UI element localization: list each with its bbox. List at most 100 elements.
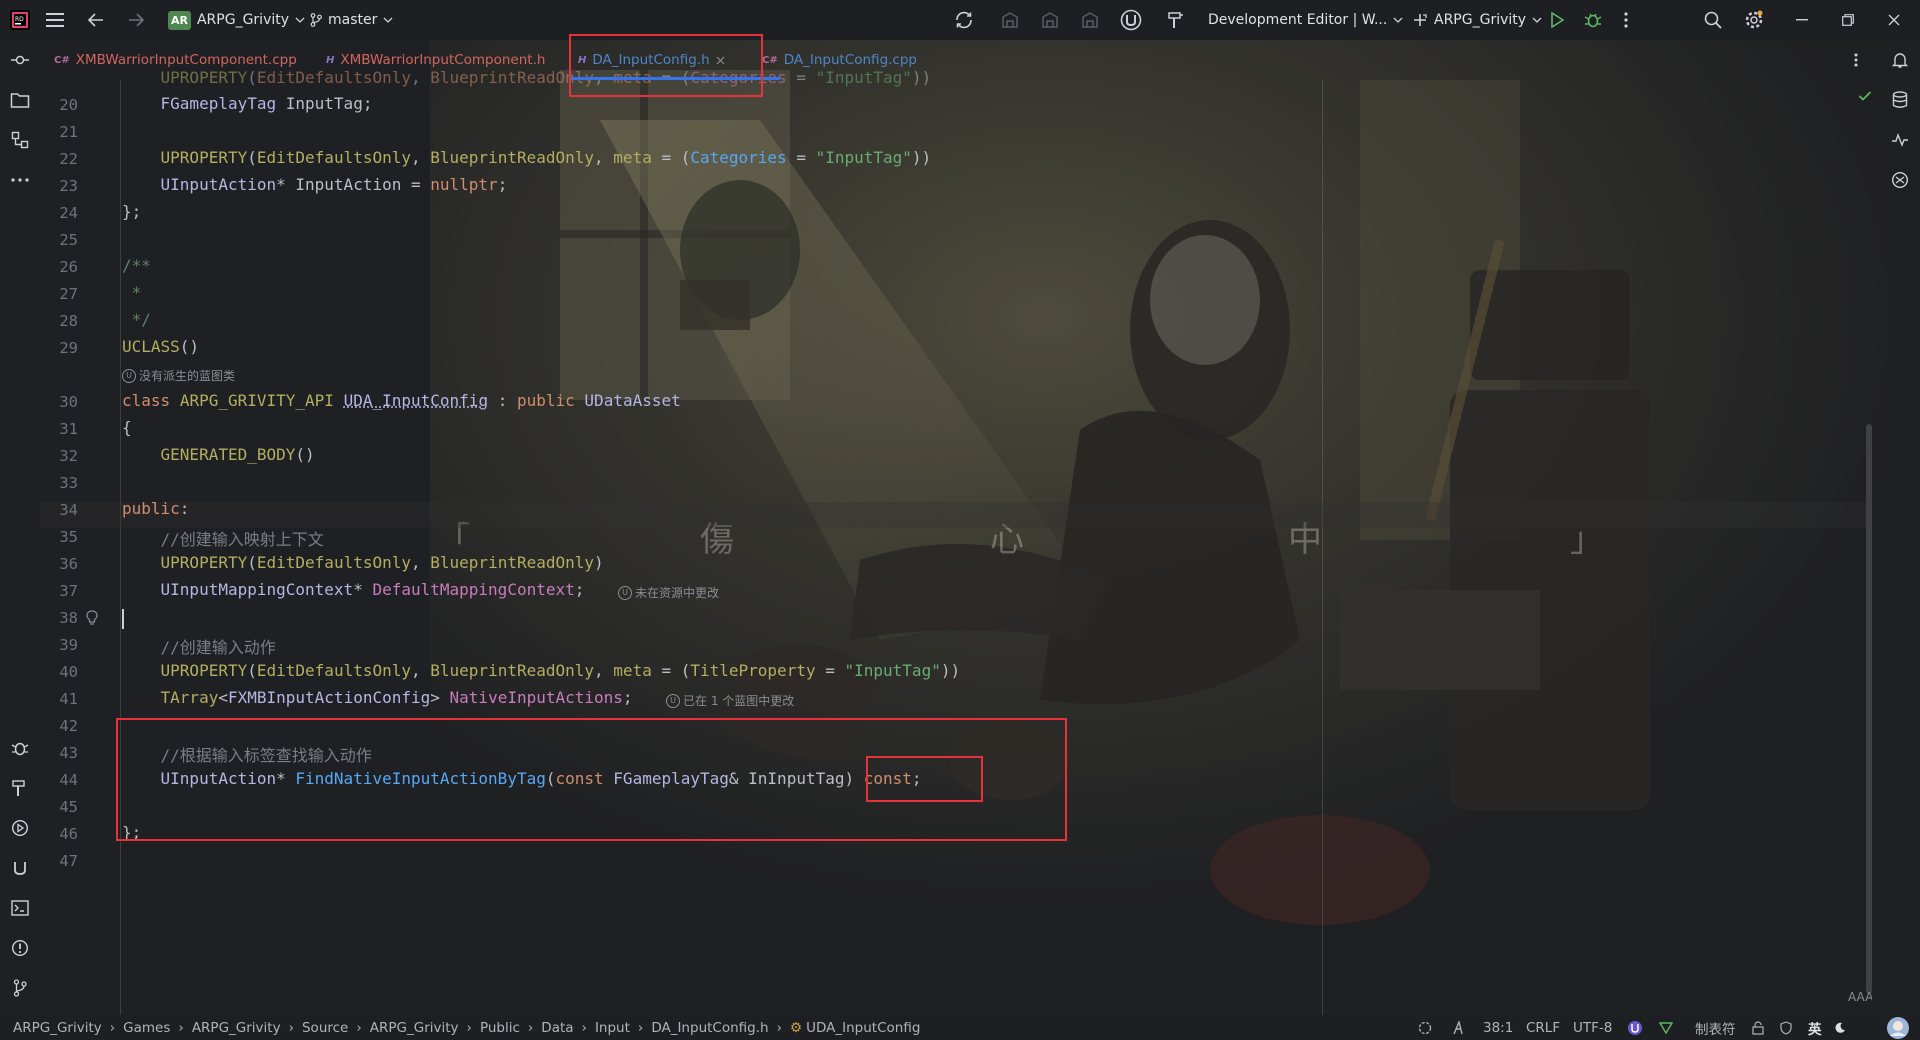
build-tool-icon[interactable] [8,776,32,800]
breadcrumb-item[interactable]: Source [302,1020,348,1036]
tab-xmbwarriorinputcomponent-h[interactable]: H XMBWarriorInputComponent.h [326,40,545,80]
caret-position[interactable]: 38:1 [1483,1015,1513,1040]
shield-icon[interactable] [1780,1015,1792,1040]
tab-da-inputconfig-h[interactable]: H DA_InputConfig.h [578,40,725,80]
code-line: //创建输入映射上下文 [122,530,324,549]
breadcrumb-item[interactable]: ARPG_Grivity [13,1020,102,1036]
project-switcher[interactable]: AR ARPG_Grivity [168,0,305,40]
code-line: { [122,418,132,437]
inlay-hint-asset[interactable]: U 未在资源中更改 [618,584,719,601]
line-ending-selector[interactable]: CRLF [1526,1015,1560,1040]
ime-moon-icon[interactable] [1834,1015,1846,1040]
reader-mode-icon[interactable]: AAA [1848,988,1872,1004]
left-tool-strip [0,40,40,1015]
code-line: UPROPERTY(EditDefaultsOnly, BlueprintRea… [160,661,961,680]
unreal-status-icon[interactable] [1627,1015,1643,1040]
background-tasks-icon[interactable] [1418,1015,1432,1040]
debug-tool-icon[interactable] [8,736,32,760]
breadcrumb-separator-icon: › [581,1019,587,1036]
project-badge: AR [168,10,191,30]
line-number: 37 [59,582,78,600]
inspection-ok-icon[interactable] [1858,90,1872,102]
blueprint-debug-icon[interactable] [1040,0,1060,40]
ime-mode-indicator[interactable]: 英 [1808,1015,1822,1040]
breadcrumb-item[interactable]: Data [541,1020,573,1036]
breadcrumb-item[interactable]: ARPG_Grivity [192,1020,281,1036]
debug-icon[interactable] [1584,0,1602,40]
terminal-icon[interactable] [8,896,32,920]
close-window-icon[interactable] [1888,0,1900,40]
right-tool-strip [1880,40,1920,1015]
indent-selector[interactable]: 制表符 [1695,1015,1736,1040]
notifications-icon[interactable] [1888,48,1912,72]
refresh-icon[interactable] [954,0,974,40]
database-icon[interactable] [1888,88,1912,112]
back-icon[interactable] [88,0,104,40]
inlay-hint-blueprint[interactable]: U 没有派生的蓝图类 [122,367,235,384]
settings-gear-icon[interactable] [1744,0,1764,40]
code-line: FGameplayTag InputTag; [160,94,373,113]
ai-assistant-icon[interactable] [1888,168,1912,192]
line-number: 36 [59,555,78,573]
git-icon[interactable] [8,976,32,1000]
breadcrumb-separator-icon: › [637,1019,644,1036]
line-number: 24 [59,204,78,222]
structure-icon[interactable] [8,128,32,152]
ai-status-icon[interactable] [1452,1015,1464,1040]
blueprint-stop-icon[interactable] [1080,0,1100,40]
hammer-build-icon[interactable] [1166,0,1186,40]
encoding-selector[interactable]: UTF-8 [1573,1015,1612,1040]
main-menu-icon[interactable] [46,0,64,40]
unreal-log-icon[interactable] [8,856,32,880]
unreal-hint-icon: U [122,368,136,383]
svg-text:RD: RD [15,16,24,23]
tab-options-icon[interactable] [1854,40,1858,80]
more-actions-icon[interactable] [1624,0,1628,40]
breadcrumb-item[interactable]: Public [480,1020,520,1036]
run-target-selector[interactable]: ARPG_Grivity [1412,0,1542,40]
close-tab-icon[interactable] [716,56,725,65]
line-number: 22 [59,150,78,168]
search-icon[interactable] [1704,0,1722,40]
breadcrumb-item[interactable]: UDA_InputConfig [806,1020,920,1036]
tab-xmbwarriorinputcomponent-cpp[interactable]: C# XMBWarriorInputComponent.cpp [54,40,297,80]
breadcrumb-item[interactable]: DA_InputConfig.h [651,1020,768,1036]
app-logo-icon[interactable]: RD [10,0,30,40]
line-number: 40 [59,663,78,681]
activity-pulse-icon[interactable] [1888,128,1912,152]
breadcrumb-item[interactable]: ARPG_Grivity [370,1020,459,1036]
line-number: 29 [59,339,78,357]
breadcrumb-item[interactable]: Input [595,1020,630,1036]
run-config-label: Development Editor | W... [1208,12,1388,28]
breadcrumb-item[interactable]: Games [123,1020,170,1036]
line-number: 38 [59,609,78,627]
run-config-selector[interactable]: Development Editor | W... [1208,0,1403,40]
tab-da-inputconfig-cpp[interactable]: C# DA_InputConfig.cpp [762,40,917,80]
blueprint-build-icon[interactable] [1000,0,1020,40]
h-file-icon: H [578,54,587,66]
inlay-hint-usages[interactable]: U 已在 1 个蓝图中更改 [666,692,794,709]
commit-icon[interactable] [8,48,32,72]
readonly-lock-icon[interactable] [1752,1015,1764,1040]
more-tools-icon[interactable] [8,168,32,192]
editor-scrollbar[interactable] [1866,424,1872,994]
line-number: 25 [59,231,78,249]
vcs-branch-switcher[interactable]: master [310,0,393,40]
run-icon[interactable] [1550,0,1564,40]
restore-window-icon[interactable] [1842,0,1854,40]
lightbulb-icon[interactable] [86,610,98,626]
code-editor[interactable]: UPROPERTY(EditDefaultsOnly, BlueprintRea… [40,68,1880,1015]
problems-icon[interactable] [8,936,32,960]
minimize-window-icon[interactable] [1796,0,1808,40]
code-line: }; [122,202,142,221]
services-icon[interactable] [8,816,32,840]
unreal-engine-icon[interactable] [1120,0,1142,40]
code-style-icon[interactable] [1659,1015,1673,1040]
h-file-icon: H [326,54,335,66]
forward-icon[interactable] [128,0,144,40]
class-symbol-icon: ⚙ [789,1019,803,1036]
avatar[interactable] [1886,1015,1910,1040]
folder-icon[interactable] [8,88,32,112]
line-number: 45 [59,798,78,816]
code-line: }; [122,823,142,842]
